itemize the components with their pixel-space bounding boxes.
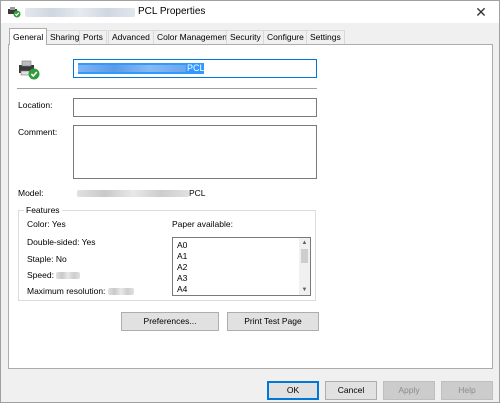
speed-label: Speed:: [27, 270, 54, 280]
divider: [17, 88, 317, 89]
close-icon[interactable]: ✕: [473, 4, 489, 20]
tab-security[interactable]: Security: [226, 30, 265, 44]
tab-general[interactable]: General: [9, 28, 48, 45]
location-input[interactable]: [73, 98, 317, 117]
printer-name-suffix: PCL: [187, 63, 205, 73]
feature-speed: Speed:: [27, 270, 81, 280]
scroll-thumb[interactable]: [301, 249, 308, 263]
feature-color: Color: Yes: [27, 219, 66, 229]
paper-list-scrollbar[interactable]: ▲ ▼: [299, 238, 310, 295]
list-item: A3: [177, 273, 188, 283]
title-bar: PCL Properties ✕: [1, 1, 499, 23]
list-item: A2: [177, 262, 188, 272]
printer-check-icon: [19, 60, 40, 80]
printer-name-input[interactable]: PCL: [73, 59, 317, 78]
location-label: Location:: [18, 100, 53, 110]
printer-name-selection: PCL: [78, 63, 205, 74]
tab-settings[interactable]: Settings: [306, 30, 345, 44]
apply-button[interactable]: Apply: [383, 381, 435, 400]
printer-properties-window: PCL Properties ✕ General Sharing Ports A…: [0, 0, 500, 403]
max-resolution-redacted: [107, 288, 134, 296]
general-panel: PCL Location: Comment: Model: PCL Featur…: [8, 44, 493, 369]
model-redacted: [77, 190, 189, 198]
paper-available-label: Paper available:: [172, 219, 233, 229]
list-item: A0: [177, 240, 188, 250]
printer-name-redacted: [78, 65, 186, 72]
scroll-up-icon[interactable]: ▲: [299, 238, 310, 248]
list-item: A4: [177, 284, 188, 294]
preferences-button[interactable]: Preferences...: [121, 312, 219, 331]
features-group: Features Color: Yes Double-sided: Yes St…: [18, 205, 316, 301]
tab-configure[interactable]: Configure: [263, 30, 308, 44]
paper-available-list[interactable]: A0 A1 A2 A3 A4 ▲ ▼: [172, 237, 311, 296]
feature-max-resolution: Maximum resolution:: [27, 286, 134, 296]
ok-button[interactable]: OK: [267, 381, 319, 400]
printer-check-icon: [8, 7, 21, 18]
print-test-page-button[interactable]: Print Test Page: [227, 312, 319, 331]
list-item: A1: [177, 251, 188, 261]
cancel-button[interactable]: Cancel: [325, 381, 377, 400]
feature-double-sided: Double-sided: Yes: [27, 237, 96, 247]
window-title: PCL Properties: [138, 6, 206, 17]
speed-redacted: [56, 272, 81, 280]
tab-advanced[interactable]: Advanced: [108, 30, 154, 44]
tab-ports[interactable]: Ports: [79, 30, 107, 44]
features-legend: Features: [24, 205, 62, 215]
help-button[interactable]: Help: [441, 381, 493, 400]
max-resolution-label: Maximum resolution:: [27, 286, 106, 296]
comment-label: Comment:: [18, 127, 58, 137]
tab-color-management[interactable]: Color Management: [153, 30, 234, 44]
model-label: Model:: [18, 188, 44, 198]
scroll-down-icon[interactable]: ▼: [299, 285, 310, 295]
model-value: PCL: [77, 188, 206, 198]
printer-name-redacted: [25, 8, 135, 17]
comment-textarea[interactable]: [73, 125, 317, 179]
model-suffix: PCL: [189, 188, 206, 198]
tab-sharing[interactable]: Sharing: [46, 30, 84, 44]
feature-staple: Staple: No: [27, 254, 67, 264]
